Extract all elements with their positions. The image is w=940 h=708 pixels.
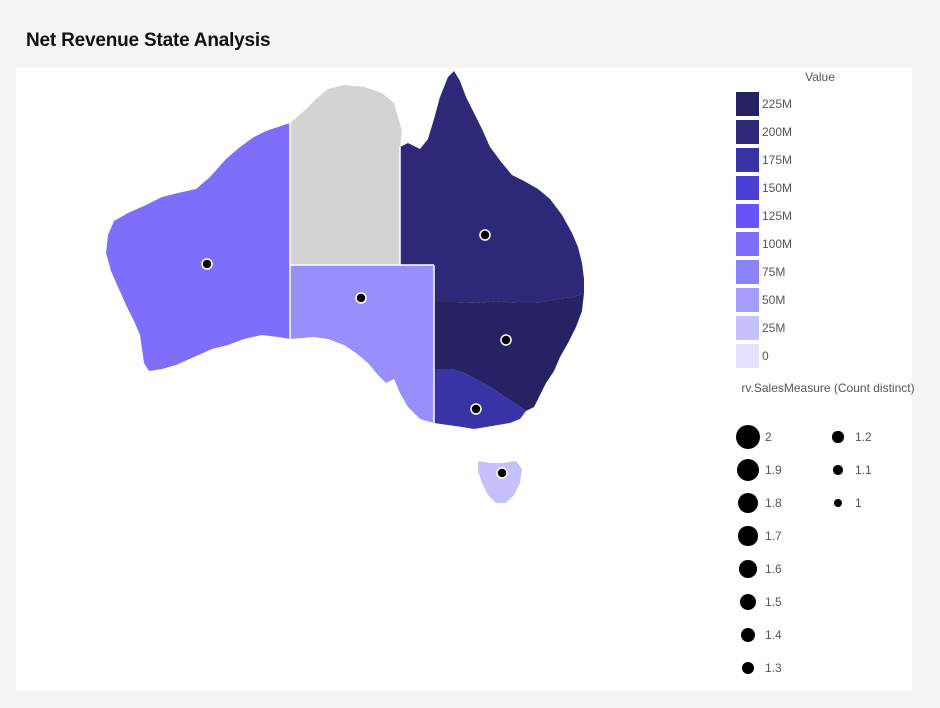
marker-wa[interactable] <box>201 258 213 270</box>
size-legend-item[interactable]: 1.5 <box>734 589 782 615</box>
size-legend-dot <box>736 458 760 482</box>
color-swatch <box>736 232 759 256</box>
color-swatch <box>736 288 759 312</box>
color-legend-title: Value <box>805 70 835 84</box>
size-legend-item[interactable]: 1.3 <box>734 655 782 681</box>
color-legend-label: 50M <box>762 293 786 307</box>
color-legend-item[interactable]: 225M <box>736 92 792 116</box>
size-legend-dot <box>737 492 759 514</box>
marker-sa[interactable] <box>355 292 367 304</box>
color-legend-label: 150M <box>762 181 793 195</box>
marker-qld[interactable] <box>479 229 491 241</box>
color-legend-item[interactable]: 175M <box>736 148 792 172</box>
color-legend-label: 125M <box>762 209 793 223</box>
marker-nsw[interactable] <box>500 334 512 346</box>
color-legend-label: 225M <box>762 97 793 111</box>
color-legend-item[interactable]: 150M <box>736 176 792 200</box>
size-legend-label: 1.4 <box>765 628 782 642</box>
color-legend-item[interactable]: 100M <box>736 232 792 256</box>
marker-tas[interactable] <box>496 467 508 479</box>
size-legend-dot <box>740 627 756 643</box>
color-legend-label: 175M <box>762 153 793 167</box>
size-legend-dot <box>741 661 755 675</box>
size-legend-item[interactable]: 1.7 <box>734 523 782 549</box>
chart-title: Net Revenue State Analysis <box>26 30 271 51</box>
size-legend-dot <box>738 526 758 546</box>
size-legend-item[interactable]: 1.4 <box>734 622 782 648</box>
color-legend-item[interactable]: 75M <box>736 260 785 284</box>
color-swatch <box>736 176 759 200</box>
region-nt[interactable] <box>290 85 402 265</box>
size-legend-item[interactable]: 2 <box>734 424 772 450</box>
size-legend-label: 1 <box>855 496 862 510</box>
color-legend-label: 0 <box>762 349 769 363</box>
color-legend-label: 25M <box>762 321 786 335</box>
size-legend-label: 2 <box>765 430 772 444</box>
size-legend-dot <box>833 465 843 475</box>
color-legend-label: 200M <box>762 125 793 139</box>
size-legend-title: rv.SalesMeasure (Count distinct) <box>741 381 915 395</box>
size-legend-label: 1.6 <box>765 562 782 576</box>
size-legend-label: 1.2 <box>855 430 872 444</box>
size-legend-label: 1.9 <box>765 463 782 477</box>
size-legend-label: 1.8 <box>765 496 782 510</box>
size-legend-label: 1.5 <box>765 595 782 609</box>
color-legend-item[interactable]: 25M <box>736 316 785 340</box>
size-legend-dot <box>834 499 842 507</box>
size-legend-dot <box>740 594 756 610</box>
region-tas[interactable] <box>478 461 522 503</box>
size-legend-item[interactable]: 1.6 <box>734 556 782 582</box>
color-swatch <box>736 260 759 284</box>
color-swatch <box>736 316 759 340</box>
size-legend-item[interactable]: 1.9 <box>734 457 782 483</box>
color-legend-item[interactable]: 0 <box>736 344 769 368</box>
color-legend-label: 75M <box>762 265 786 279</box>
color-swatch <box>736 120 759 144</box>
region-sa[interactable] <box>290 265 434 423</box>
color-legend-label: 100M <box>762 237 793 251</box>
size-legend-item[interactable]: 1 <box>824 490 862 516</box>
color-legend-item[interactable]: 125M <box>736 204 792 228</box>
size-legend-item[interactable]: 1.1 <box>824 457 872 483</box>
size-legend-label: 1.1 <box>855 463 872 477</box>
region-wa[interactable] <box>106 123 290 371</box>
color-swatch <box>736 92 759 116</box>
size-legend-dot <box>739 560 757 578</box>
size-legend-label: 1.3 <box>765 661 782 675</box>
size-legend-item[interactable]: 1.2 <box>824 424 872 450</box>
marker-vic[interactable] <box>470 403 482 415</box>
size-legend-dot <box>832 431 844 443</box>
color-swatch <box>736 344 759 368</box>
color-legend-item[interactable]: 50M <box>736 288 785 312</box>
size-legend-item[interactable]: 1.8 <box>734 490 782 516</box>
color-legend-item[interactable]: 200M <box>736 120 792 144</box>
size-legend-label: 1.7 <box>765 529 782 543</box>
color-swatch <box>736 204 759 228</box>
color-swatch <box>736 148 759 172</box>
size-legend-dot <box>736 425 760 449</box>
